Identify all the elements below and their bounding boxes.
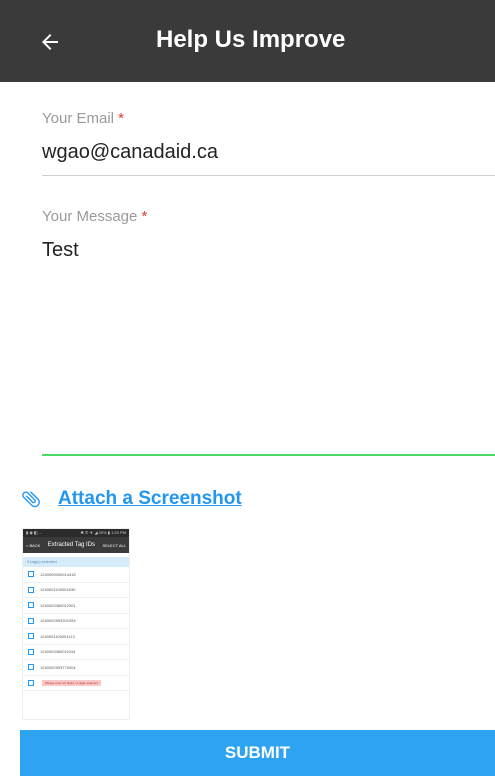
- preview-row: 1240003460012301: [23, 598, 129, 614]
- message-label: Your Message *: [42, 208, 148, 225]
- preview-title: Extracted Tag IDs: [47, 542, 96, 548]
- preview-status-right: ✱ ✆ ▼ ◢ 29% ▮ 1:29 PM: [80, 530, 126, 535]
- checkbox-icon: [28, 648, 34, 655]
- checkbox-icon: [28, 679, 34, 686]
- arrow-left-icon: [42, 34, 58, 50]
- email-underline: [42, 175, 495, 176]
- preview-row-id: 1240002993301394: [40, 618, 76, 624]
- preview-row: 1240001100001630: [23, 583, 129, 598]
- checkbox-icon: [28, 586, 34, 593]
- preview-status-bar: ▮ ◉ ◧ ... ✱ ✆ ▼ ◢ 29% ▮ 1:29 PM: [23, 529, 129, 537]
- message-underline: [42, 454, 495, 456]
- preview-row: 1240000000014418: [23, 567, 129, 583]
- preview-row-id: 1240003460012301: [40, 602, 76, 608]
- required-mark: *: [141, 208, 148, 225]
- preview-row: 1240001100001113: [23, 629, 129, 645]
- preview-row-id: 1240001100001630: [40, 587, 76, 593]
- preview-back: < BACK: [26, 542, 41, 548]
- email-label: Your Email *: [42, 110, 124, 127]
- paperclip-icon: [22, 491, 40, 508]
- preview-row-id: 1240000000014418: [40, 571, 76, 577]
- message-input[interactable]: Test: [42, 239, 495, 262]
- page-title: Help Us Improve: [156, 26, 346, 53]
- checkbox-icon: [28, 617, 34, 624]
- preview-row-id: 1240001100001113: [40, 633, 75, 639]
- preview-banner: 0 tag(s) selected: [23, 557, 129, 567]
- checkbox-icon: [28, 571, 34, 578]
- message-field[interactable]: Your Message * Test: [42, 208, 495, 262]
- checkbox-icon: [28, 602, 34, 609]
- preview-row: 1240003460011044: [23, 645, 129, 660]
- preview-row-id: 1240003460011044: [40, 649, 76, 655]
- submit-button[interactable]: SUBMIT: [20, 730, 495, 776]
- preview-select-all: SELECT ALL: [102, 542, 127, 548]
- preview-row: 1240002993770004: [23, 660, 129, 676]
- email-field[interactable]: Your Email * wgao@canadaid.ca: [42, 110, 495, 164]
- app-bar: Help Us Improve: [0, 0, 495, 82]
- preview-warning: Please enter 15 digits / 4 digits select…: [42, 679, 101, 686]
- attach-screenshot-label: Attach a Screenshot: [58, 488, 242, 509]
- preview-row: 1240002993301394: [23, 614, 129, 629]
- preview-header: < BACK Extracted Tag IDs SELECT ALL: [23, 537, 129, 553]
- screenshot-preview[interactable]: ▮ ◉ ◧ ... ✱ ✆ ▼ ◢ 29% ▮ 1:29 PM < BACK E…: [22, 528, 130, 720]
- back-button[interactable]: [28, 20, 72, 64]
- preview-row-id: 1240002993770004: [40, 664, 76, 670]
- checkbox-icon: [28, 664, 34, 671]
- attach-screenshot-link[interactable]: Attach a Screenshot: [20, 488, 242, 510]
- preview-status-left: ▮ ◉ ◧ ...: [26, 530, 43, 535]
- preview-row: Please enter 15 digits / 4 digits select…: [23, 676, 129, 691]
- checkbox-icon: [28, 633, 34, 640]
- required-mark: *: [118, 110, 124, 127]
- email-input[interactable]: wgao@canadaid.ca: [42, 141, 495, 164]
